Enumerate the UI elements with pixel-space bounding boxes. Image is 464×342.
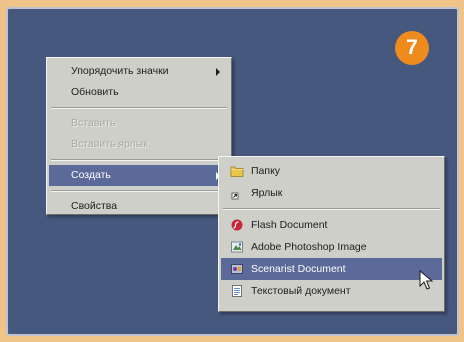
menu-item-label: Обновить (71, 86, 119, 98)
text-document-icon (232, 285, 242, 297)
desktop[interactable]: 7 Упорядочить значки Обновить Вставить В… (6, 7, 459, 336)
flash-document-icon (231, 219, 243, 231)
submenu-item-flash-document[interactable]: Flash Document (221, 214, 442, 236)
menu-item-label: Создать (71, 169, 111, 181)
menu-item-label: Упорядочить значки (71, 65, 169, 77)
menu-item-properties[interactable]: Свойства (49, 196, 229, 217)
menu-separator (51, 190, 227, 192)
menu-item-label: Flash Document (251, 219, 328, 231)
shortcut-icon (231, 192, 239, 200)
submenu-item-scenarist-document[interactable]: Scenarist Document (221, 258, 442, 280)
desktop-context-menu: Упорядочить значки Обновить Вставить Вст… (46, 57, 232, 215)
submenu-item-shortcut[interactable]: Ярлык (221, 182, 442, 204)
menu-item-paste: Вставить (49, 113, 229, 134)
photoshop-image-icon (231, 241, 243, 253)
menu-item-refresh[interactable]: Обновить (49, 82, 229, 103)
menu-item-label: Adobe Photoshop Image (251, 241, 367, 253)
submenu-item-folder[interactable]: Папку (221, 160, 442, 182)
submenu-arrow-icon (216, 68, 220, 76)
new-submenu: Папку Ярлык Flash Document Adobe Photosh… (218, 156, 445, 312)
menu-item-label: Текстовый документ (251, 285, 351, 297)
menu-item-label: Свойства (71, 200, 118, 212)
submenu-item-photoshop-image[interactable]: Adobe Photoshop Image (221, 236, 442, 258)
menu-item-paste-shortcut: Вставить ярлык (49, 134, 229, 155)
menu-item-label: Ярлык (251, 187, 283, 199)
menu-item-label: Папку (251, 165, 281, 177)
menu-separator (51, 107, 227, 109)
menu-item-label: Вставить (71, 117, 116, 129)
mouse-pointer-icon (419, 270, 434, 290)
folder-icon (230, 166, 244, 177)
submenu-item-text-document[interactable]: Текстовый документ (221, 280, 442, 302)
menu-item-arrange-icons[interactable]: Упорядочить значки (49, 61, 229, 82)
menu-item-new[interactable]: Создать (49, 165, 229, 186)
scenarist-document-icon (231, 264, 243, 274)
menu-separator (51, 159, 227, 161)
menu-item-label: Scenarist Document (251, 263, 346, 275)
menu-separator (223, 208, 440, 210)
step-number-badge: 7 (395, 31, 429, 65)
menu-item-label: Вставить ярлык (71, 138, 148, 150)
